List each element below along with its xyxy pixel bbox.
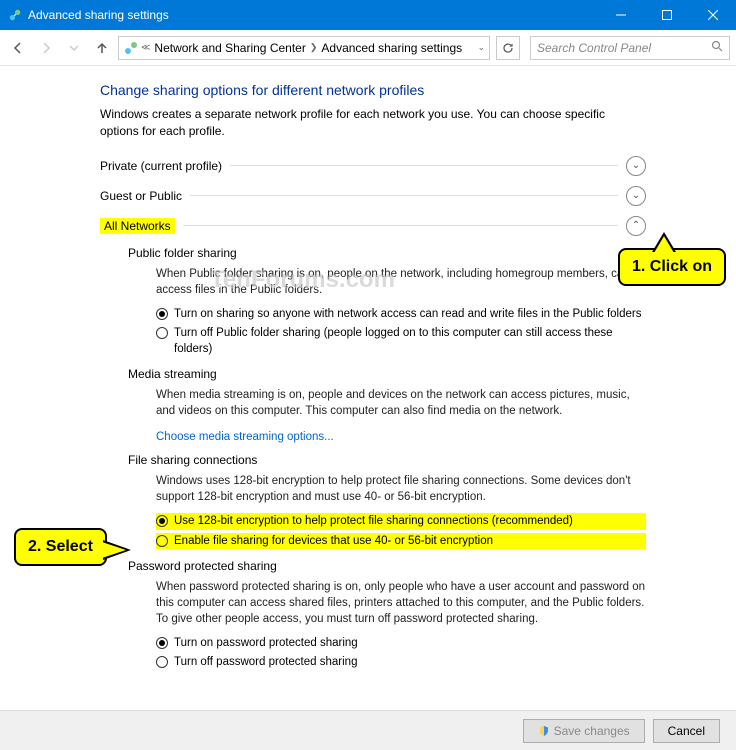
subsection-title: Password protected sharing: [128, 559, 646, 573]
navbar: ≪ Network and Sharing Center ❯ Advanced …: [0, 30, 736, 66]
subsection-password: Password protected sharing When password…: [128, 559, 646, 670]
content-area: Change sharing options for different net…: [0, 66, 736, 710]
radio-icon: [156, 308, 168, 320]
annotation-callout-2: 2. Select: [14, 528, 107, 566]
network-icon: [123, 40, 139, 56]
subsection-title: Public folder sharing: [128, 246, 646, 260]
page-heading: Change sharing options for different net…: [100, 82, 646, 98]
subsection-media: Media streaming When media streaming is …: [128, 367, 646, 443]
radio-icon: [156, 637, 168, 649]
media-options-link[interactable]: Choose media streaming options...: [156, 431, 334, 443]
section-label: Private (current profile): [100, 159, 222, 173]
subsection-title: Media streaming: [128, 367, 646, 381]
maximize-button[interactable]: [644, 0, 690, 30]
shield-icon: [538, 725, 550, 737]
radio-icon: [156, 656, 168, 668]
chevron-icon: ≪: [141, 42, 150, 53]
forward-button[interactable]: [34, 36, 58, 60]
chevron-down-icon[interactable]: ⌄: [477, 42, 485, 53]
section-private[interactable]: Private (current profile) ⌄: [100, 156, 646, 176]
chevron-right-icon: ❯: [310, 42, 318, 53]
chevron-up-icon[interactable]: ⌃: [626, 216, 646, 236]
subsection-public-folder: Public folder sharing When Public folder…: [128, 246, 646, 357]
section-label-highlighted: All Networks: [100, 218, 175, 234]
subsection-title: File sharing connections: [128, 453, 646, 467]
search-icon: [711, 40, 723, 55]
page-subtext: Windows creates a separate network profi…: [100, 106, 646, 140]
breadcrumb[interactable]: ≪ Network and Sharing Center ❯ Advanced …: [118, 36, 490, 60]
radio-icon: [156, 515, 168, 527]
window-title: Advanced sharing settings: [28, 8, 598, 22]
subsection-desc: When Public folder sharing is on, people…: [156, 266, 646, 298]
network-icon: [8, 8, 22, 22]
chevron-down-icon[interactable]: ⌄: [626, 186, 646, 206]
back-button[interactable]: [6, 36, 30, 60]
subsection-desc: Windows uses 128-bit encryption to help …: [156, 473, 646, 505]
radio-icon: [156, 535, 168, 547]
radio-password-on[interactable]: Turn on password protected sharing: [156, 635, 646, 651]
section-label: Guest or Public: [100, 189, 182, 203]
annotation-callout-1: 1. Click on: [618, 248, 726, 286]
radio-public-on[interactable]: Turn on sharing so anyone with network a…: [156, 306, 646, 322]
save-changes-button[interactable]: Save changes: [523, 719, 645, 743]
radio-password-off[interactable]: Turn off password protected sharing: [156, 654, 646, 670]
radio-40-56bit[interactable]: Enable file sharing for devices that use…: [156, 533, 646, 549]
subsection-desc: When media streaming is on, people and d…: [156, 387, 646, 419]
search-placeholder: Search Control Panel: [537, 41, 651, 55]
search-input[interactable]: Search Control Panel: [530, 36, 730, 60]
up-button[interactable]: [90, 36, 114, 60]
section-all-networks[interactable]: All Networks ⌃: [100, 216, 646, 236]
breadcrumb-item[interactable]: Network and Sharing Center: [152, 41, 307, 55]
subsection-desc: When password protected sharing is on, o…: [156, 579, 646, 627]
radio-icon: [156, 327, 168, 339]
breadcrumb-item[interactable]: Advanced sharing settings: [319, 41, 464, 55]
recent-button[interactable]: [62, 36, 86, 60]
cancel-button[interactable]: Cancel: [653, 719, 720, 743]
minimize-button[interactable]: [598, 0, 644, 30]
chevron-down-icon[interactable]: ⌄: [626, 156, 646, 176]
close-button[interactable]: [690, 0, 736, 30]
footer: Save changes Cancel: [0, 710, 736, 750]
section-guest[interactable]: Guest or Public ⌄: [100, 186, 646, 206]
radio-public-off[interactable]: Turn off Public folder sharing (people l…: [156, 325, 646, 357]
refresh-button[interactable]: [496, 36, 520, 60]
radio-128bit[interactable]: Use 128-bit encryption to help protect f…: [156, 513, 646, 529]
window-buttons: [598, 0, 736, 30]
subsection-filesharing: File sharing connections Windows uses 12…: [128, 453, 646, 548]
titlebar: Advanced sharing settings: [0, 0, 736, 30]
